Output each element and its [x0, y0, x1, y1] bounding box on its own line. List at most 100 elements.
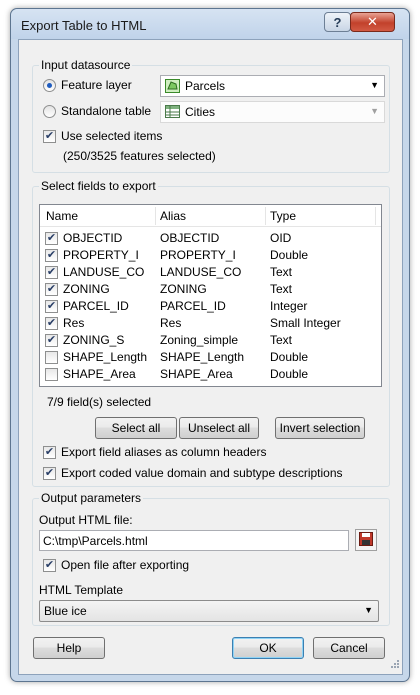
resize-grip-icon[interactable]: [389, 657, 399, 671]
field-type-cell: Text: [270, 333, 293, 347]
field-type-cell: Small Integer: [270, 316, 341, 330]
invert-selection-button[interactable]: Invert selection: [275, 417, 365, 439]
chevron-down-icon: ▼: [370, 106, 379, 116]
field-alias-cell: LANDUSE_CO: [160, 265, 242, 279]
select-fields-group: Select fields to export Name Alias Type …: [32, 179, 390, 487]
column-divider[interactable]: [265, 207, 266, 225]
field-checkbox[interactable]: [45, 368, 58, 381]
table-row[interactable]: ✔ LANDUSE_CO LANDUSE_CO Text: [40, 264, 381, 281]
field-name-cell: OBJECTID: [63, 231, 123, 245]
field-checkbox[interactable]: ✔: [45, 317, 58, 330]
table-icon: [165, 105, 180, 121]
input-datasource-group: Input datasource Feature layer Parcels ▼…: [32, 58, 390, 173]
feature-layer-value: Parcels: [185, 79, 226, 93]
column-header-name[interactable]: Name: [46, 209, 78, 223]
field-type-cell: Double: [270, 248, 309, 262]
column-header-alias[interactable]: Alias: [160, 209, 186, 223]
dialog-window: Export Table to HTML ? ✕ Input datasourc…: [10, 8, 410, 682]
field-name-cell: Res: [63, 316, 85, 330]
export-coded-checkbox[interactable]: ✔: [43, 467, 56, 480]
dialog-client-area: Input datasource Feature layer Parcels ▼…: [18, 39, 403, 675]
field-name-cell: PARCEL_ID: [63, 299, 129, 313]
table-row[interactable]: SHAPE_Length SHAPE_Length Double: [40, 349, 381, 366]
table-row[interactable]: ✔ Res Res Small Integer: [40, 315, 381, 332]
output-parameters-legend: Output parameters: [39, 491, 144, 505]
field-alias-cell: Res: [160, 316, 182, 330]
help-title-button[interactable]: ?: [324, 12, 351, 32]
field-type-cell: OID: [270, 231, 292, 245]
use-selected-label[interactable]: Use selected items: [61, 129, 162, 143]
floppy-disk-icon: [359, 531, 373, 549]
field-type-cell: Text: [270, 265, 293, 279]
table-row[interactable]: ✔ PARCEL_ID PARCEL_ID Integer: [40, 298, 381, 315]
field-checkbox[interactable]: ✔: [45, 334, 58, 347]
standalone-table-radio[interactable]: [43, 105, 56, 118]
field-alias-cell: Zoning_simple: [160, 333, 239, 347]
field-checkbox[interactable]: [45, 351, 58, 364]
export-aliases-label[interactable]: Export field aliases as column headers: [61, 445, 266, 459]
field-name-cell: ZONING: [63, 282, 110, 296]
export-aliases-checkbox[interactable]: ✔: [43, 446, 56, 459]
field-type-cell: Double: [270, 367, 309, 381]
close-button[interactable]: ✕: [350, 12, 395, 32]
table-row[interactable]: ✔ ZONING_S Zoning_simple Text: [40, 332, 381, 349]
table-row[interactable]: ✔ PROPERTY_I PROPERTY_I Double: [40, 247, 381, 264]
field-name-cell: SHAPE_Length: [63, 350, 148, 364]
table-row[interactable]: ✔ ZONING ZONING Text: [40, 281, 381, 298]
fields-list[interactable]: Name Alias Type ✔ OBJECTID OBJECTID OID ✔ PRO…: [39, 204, 382, 387]
field-name-cell: PROPERTY_I: [63, 248, 139, 262]
field-checkbox[interactable]: ✔: [45, 249, 58, 262]
field-name-cell: SHAPE_Area: [63, 367, 136, 381]
feature-layer-radio[interactable]: [43, 79, 56, 92]
feature-layer-combo[interactable]: Parcels ▼: [160, 75, 385, 97]
input-datasource-legend: Input datasource: [39, 58, 133, 72]
field-checkbox[interactable]: ✔: [45, 232, 58, 245]
field-checkbox[interactable]: ✔: [45, 283, 58, 296]
output-parameters-group: Output parameters Output HTML file: ✔ Op…: [32, 491, 390, 626]
window-title: Export Table to HTML: [21, 18, 147, 33]
table-row[interactable]: SHAPE_Area SHAPE_Area Double: [40, 366, 381, 383]
field-alias-cell: SHAPE_Area: [160, 367, 233, 381]
chevron-down-icon: ▼: [364, 605, 373, 615]
select-all-button[interactable]: Select all: [95, 417, 177, 439]
feature-layer-label[interactable]: Feature layer: [61, 78, 132, 92]
html-template-select[interactable]: Blue ice ▼: [39, 600, 379, 622]
cancel-button[interactable]: Cancel: [313, 637, 385, 659]
output-file-field[interactable]: [39, 530, 349, 551]
help-button[interactable]: Help: [33, 637, 105, 659]
field-type-cell: Integer: [270, 299, 308, 313]
fields-list-header: Name Alias Type: [40, 205, 381, 227]
polygon-layer-icon: [165, 79, 180, 96]
select-fields-legend: Select fields to export: [39, 179, 158, 193]
output-file-input[interactable]: [40, 531, 348, 550]
standalone-table-combo[interactable]: Cities ▼: [160, 101, 385, 123]
field-alias-cell: ZONING: [160, 282, 207, 296]
field-alias-cell: PARCEL_ID: [160, 299, 226, 313]
standalone-table-label[interactable]: Standalone table: [61, 104, 151, 118]
field-alias-cell: SHAPE_Length: [160, 350, 245, 364]
open-after-checkbox[interactable]: ✔: [43, 559, 56, 572]
column-header-type[interactable]: Type: [270, 209, 296, 223]
use-selected-checkbox[interactable]: ✔: [43, 130, 56, 143]
field-type-cell: Text: [270, 282, 293, 296]
field-alias-cell: PROPERTY_I: [160, 248, 236, 262]
column-divider[interactable]: [375, 207, 376, 225]
output-file-label: Output HTML file:: [39, 513, 133, 527]
html-template-label: HTML Template: [39, 583, 124, 597]
field-name-cell: ZONING_S: [63, 333, 125, 347]
title-bar[interactable]: Export Table to HTML ? ✕: [11, 9, 409, 39]
column-divider[interactable]: [155, 207, 156, 225]
save-file-button[interactable]: [355, 529, 377, 551]
ok-button[interactable]: OK: [232, 637, 304, 659]
field-checkbox[interactable]: ✔: [45, 300, 58, 313]
open-after-label[interactable]: Open file after exporting: [61, 558, 189, 572]
field-checkbox[interactable]: ✔: [45, 266, 58, 279]
field-alias-cell: OBJECTID: [160, 231, 220, 245]
field-name-cell: LANDUSE_CO: [63, 265, 145, 279]
standalone-table-value: Cities: [185, 105, 216, 119]
unselect-all-button[interactable]: Unselect all: [179, 417, 259, 439]
export-coded-label[interactable]: Export coded value domain and subtype de…: [61, 466, 343, 480]
selected-fields-count: 7/9 field(s) selected: [47, 395, 152, 409]
table-row[interactable]: ✔ OBJECTID OBJECTID OID: [40, 230, 381, 247]
html-template-value: Blue ice: [44, 604, 87, 618]
